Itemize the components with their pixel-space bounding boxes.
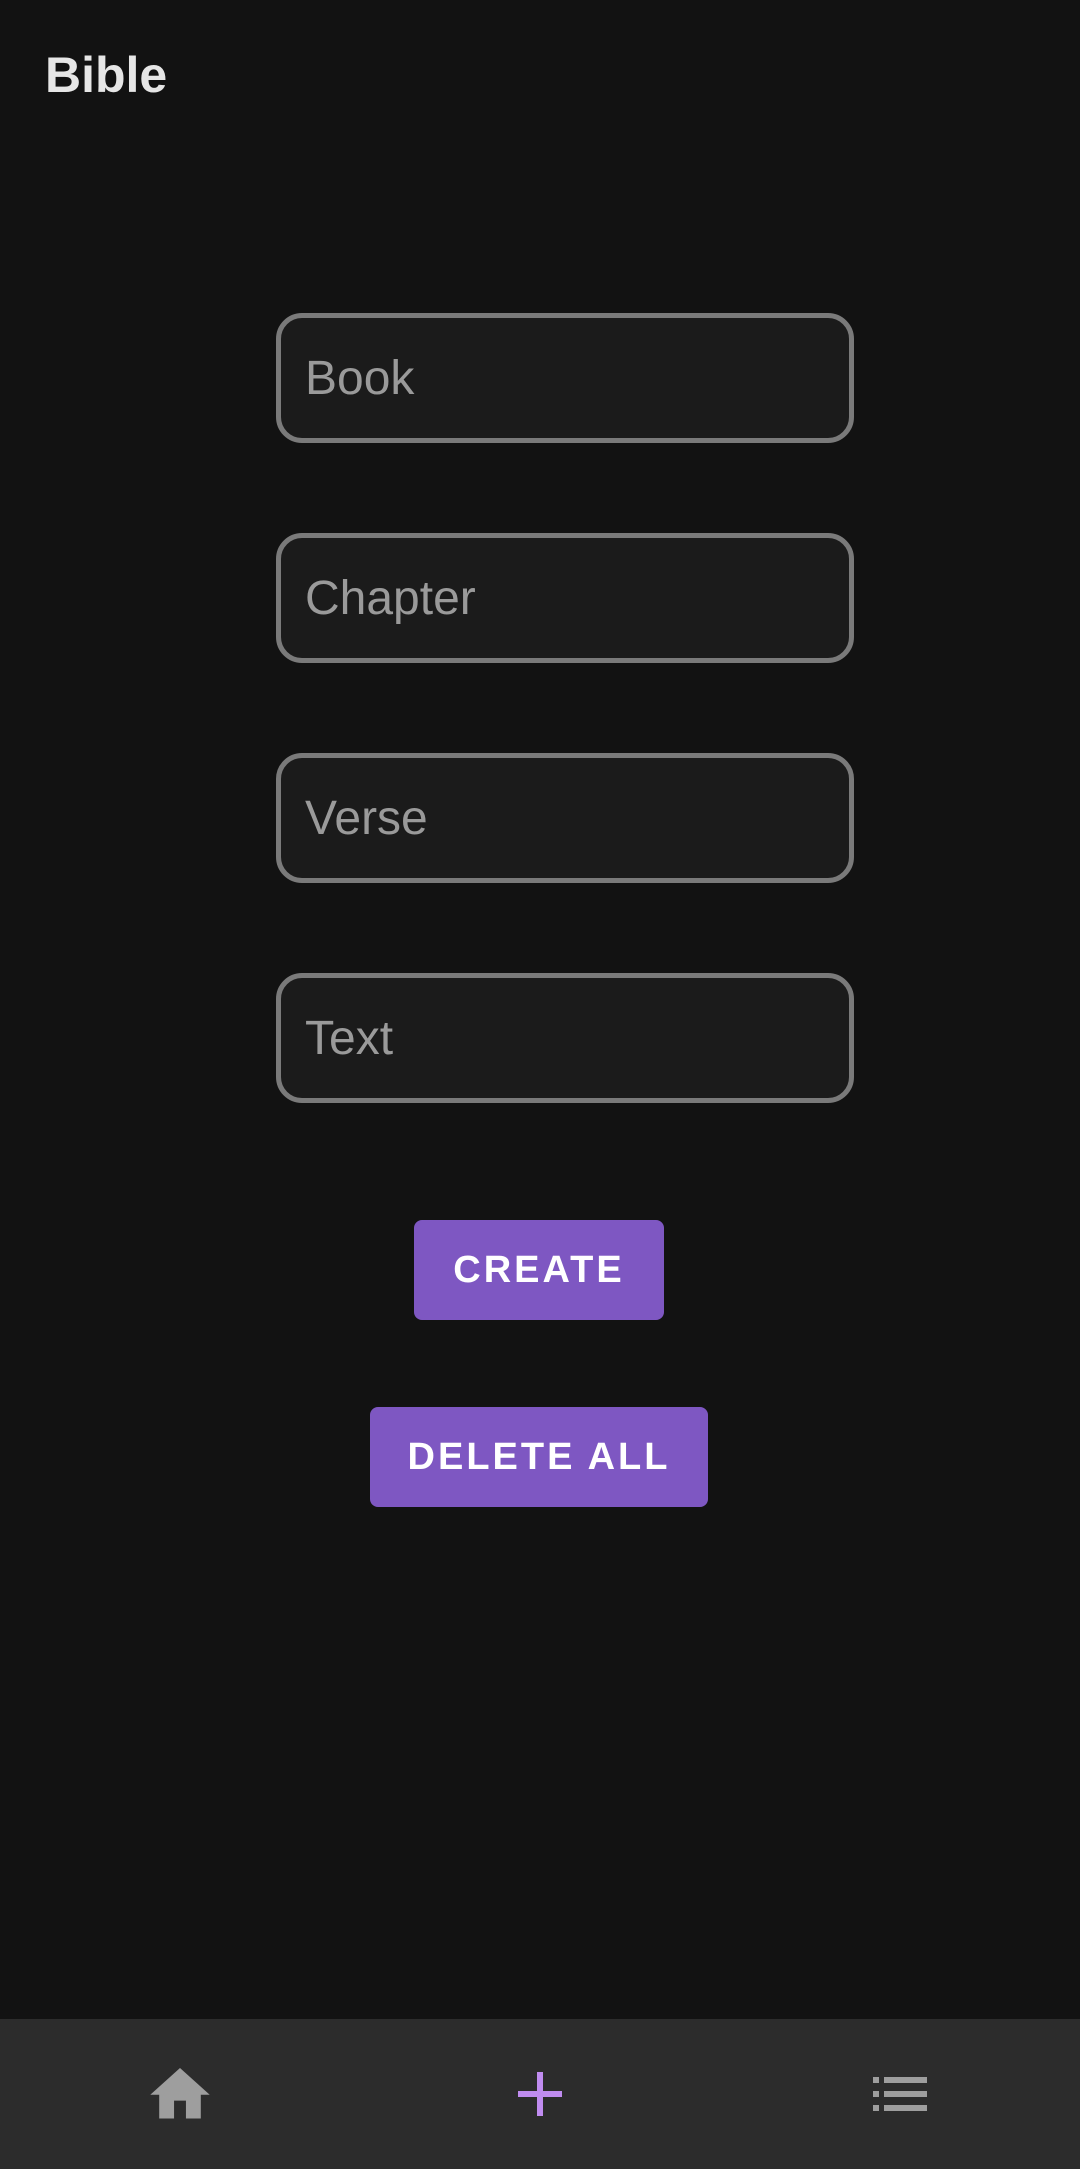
nav-item-home[interactable]: [0, 2019, 360, 2169]
book-field-container: [276, 313, 854, 443]
create-button[interactable]: CREATE: [414, 1220, 664, 1320]
chapter-field-container: [276, 533, 854, 663]
verse-field-container: [276, 753, 854, 883]
delete-all-button[interactable]: DELETE ALL: [370, 1407, 708, 1507]
chapter-input[interactable]: [281, 538, 849, 658]
app-title: Bible: [45, 47, 168, 103]
home-icon: [150, 2068, 210, 2120]
book-input[interactable]: [281, 318, 849, 438]
bottom-navigation: [0, 2019, 1080, 2169]
nav-item-list[interactable]: [720, 2019, 1080, 2169]
add-icon: [518, 2072, 562, 2116]
text-input[interactable]: [281, 978, 849, 1098]
verse-input[interactable]: [281, 758, 849, 878]
text-field-container: [276, 973, 854, 1103]
nav-item-add[interactable]: [360, 2019, 720, 2169]
list-icon: [873, 2077, 927, 2111]
screen: Bible CREATE DELETE ALL: [0, 0, 1080, 2169]
